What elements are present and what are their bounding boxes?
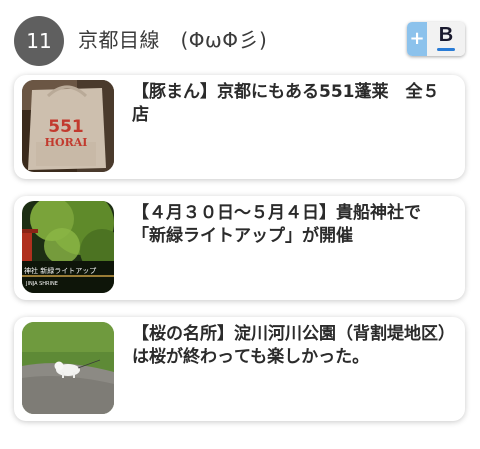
article-thumbnail[interactable]: 神社 新緑ライトアップ JINJA SHRINE: [22, 201, 114, 293]
bag-logo-number: 551: [48, 117, 84, 137]
plus-icon: +: [407, 22, 427, 56]
blog-title[interactable]: 京都目線 (ΦωΦ彡): [78, 26, 267, 54]
hatena-bookmark-icon: B: [427, 22, 465, 56]
thumb-caption-en: JINJA SHRINE: [25, 281, 58, 287]
article-thumbnail[interactable]: [22, 322, 114, 414]
article-card[interactable]: 【桜の名所】淀川河川公園（背割堤地区）は桜が終わっても楽しかった。: [14, 317, 465, 421]
article-thumbnail[interactable]: 551 HORAI: [22, 80, 114, 172]
hatena-b-letter: B: [438, 24, 454, 46]
paper-bag-photo: 551 HORAI: [22, 80, 114, 172]
article-card[interactable]: 神社 新緑ライトアップ JINJA SHRINE 【４月３０日〜５月４日】貴船神…: [14, 196, 465, 300]
shrine-greenery-photo: 神社 新緑ライトアップ JINJA SHRINE: [22, 201, 114, 293]
hatena-bookmark-button[interactable]: + B: [407, 22, 465, 56]
hatena-underline: [437, 48, 455, 51]
article-title[interactable]: 【豚まん】京都にもある551蓬莱 全５店: [132, 81, 454, 127]
blog-header: 11 京都目線 (ΦωΦ彡) + B: [0, 0, 480, 70]
count-badge: 11: [14, 16, 64, 66]
bag-logo-text: HORAI: [45, 136, 88, 149]
article-card[interactable]: 551 HORAI 【豚まん】京都にもある551蓬莱 全５店: [14, 75, 465, 179]
thumb-caption-jp: 神社 新緑ライトアップ: [24, 266, 96, 275]
article-title[interactable]: 【桜の名所】淀川河川公園（背割堤地区）は桜が終わっても楽しかった。: [132, 323, 454, 369]
page: 11 京都目線 (ΦωΦ彡) + B 551 HORAI 【豚まん】京都にもある…: [0, 0, 480, 449]
dog-park-photo: [22, 322, 114, 414]
article-title[interactable]: 【４月３０日〜５月４日】貴船神社で「新緑ライトアップ」が開催: [132, 202, 454, 248]
